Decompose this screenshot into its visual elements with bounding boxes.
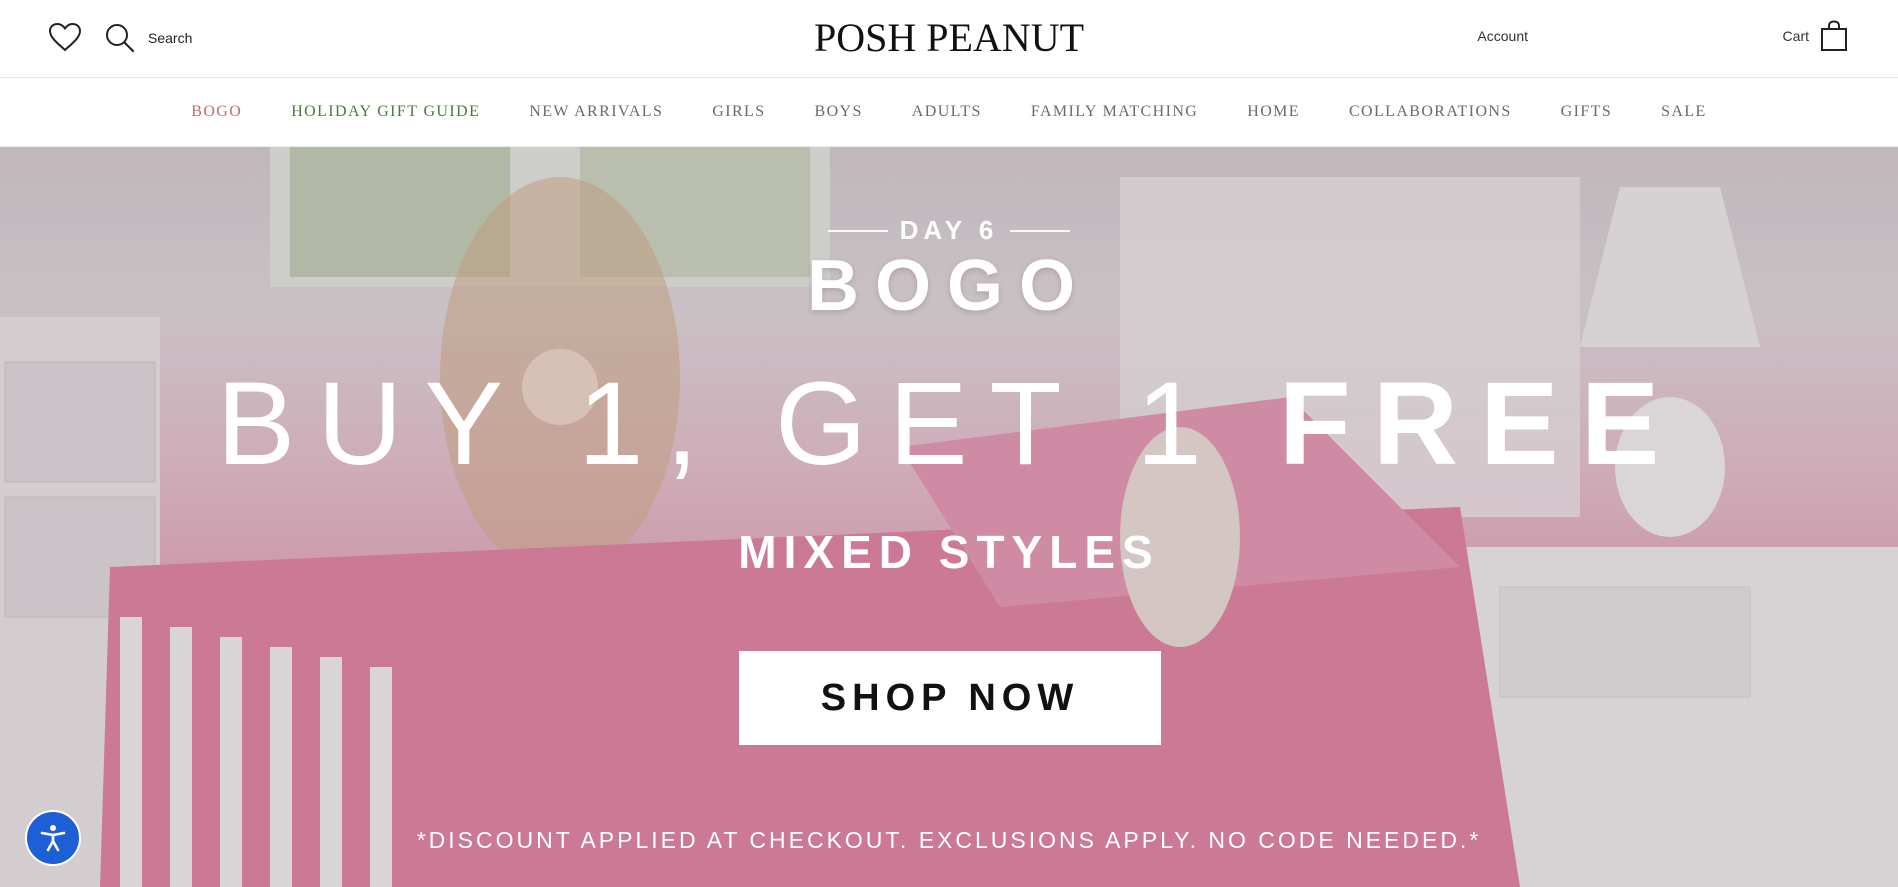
hero-offer-bold: FREE — [1278, 358, 1682, 490]
shop-now-button[interactable]: SHOP NOW — [739, 651, 1161, 745]
hero-day-label: DAY 6 — [899, 215, 999, 245]
shopping-bag-icon[interactable] — [1820, 20, 1848, 52]
nav-item-collaborations[interactable]: COLLABORATIONS — [1349, 103, 1512, 121]
divider-line-right — [1010, 230, 1070, 232]
hero-headline: BOGO — [806, 246, 1091, 326]
hero-subhead: MIXED STYLES — [738, 526, 1160, 578]
site-header: Search POSH PEANUT Account Cart — [0, 0, 1898, 78]
nav-item-home[interactable]: HOME — [1247, 103, 1300, 121]
nav-item-adults[interactable]: ADULTS — [912, 103, 982, 121]
nav-item-boys[interactable]: BOYS — [815, 103, 863, 121]
hero-offer: BUY 1, GET 1 FREE — [0, 365, 1898, 483]
accessibility-icon — [40, 825, 66, 852]
accessibility-button[interactable] — [25, 810, 81, 866]
nav-item-family-matching[interactable]: FAMILY MATCHING — [1031, 103, 1198, 121]
nav-item-girls[interactable]: GIRLS — [712, 103, 765, 121]
hero-banner[interactable]: DAY 6 BOGO BUY 1, GET 1 FREE MIXED STYLE… — [0, 147, 1898, 887]
nav-item-gifts[interactable]: GIFTS — [1561, 103, 1612, 121]
nav-item-holiday-gift-guide[interactable]: HOLIDAY GIFT GUIDE — [291, 103, 480, 121]
nav-item-new-arrivals[interactable]: NEW ARRIVALS — [529, 103, 663, 121]
account-link[interactable]: Account — [1477, 28, 1528, 44]
hero-disclaimer: *DISCOUNT APPLIED AT CHECKOUT. EXCLUSION… — [416, 827, 1482, 853]
hero-offer-regular: BUY 1, GET 1 — [216, 358, 1279, 490]
nav-item-bogo[interactable]: BOGO — [191, 103, 242, 121]
site-logo[interactable]: POSH PEANUT — [0, 14, 1898, 61]
main-nav: BOGO HOLIDAY GIFT GUIDE NEW ARRIVALS GIR… — [0, 78, 1898, 147]
cart-link[interactable]: Cart — [1783, 28, 1809, 44]
nav-item-sale[interactable]: SALE — [1661, 103, 1707, 121]
